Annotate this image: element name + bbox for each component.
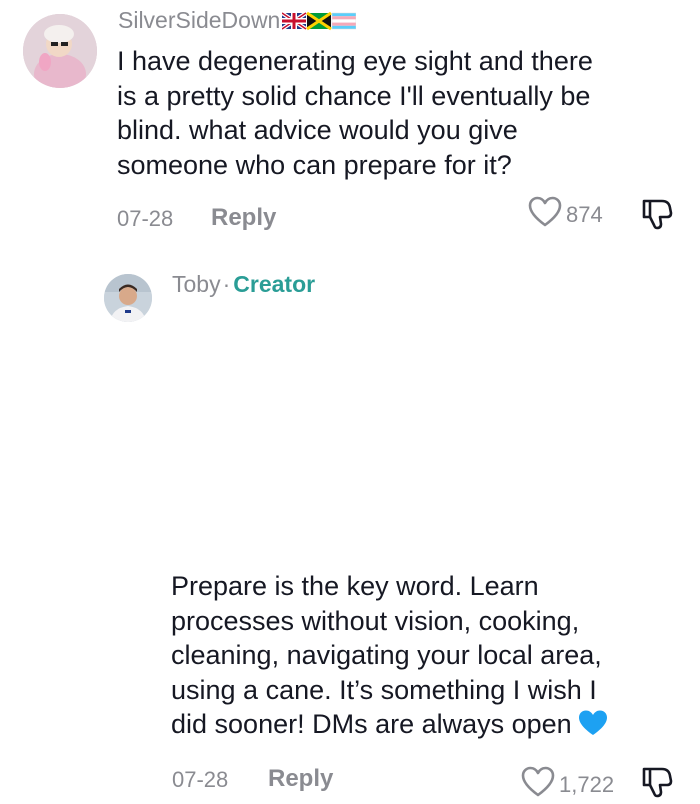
username-text: Toby — [172, 271, 221, 297]
dislike-button[interactable] — [640, 765, 674, 804]
comment-text-body: Prepare is the key word. Learn processes… — [171, 571, 602, 739]
comment-text: Prepare is the key word. Learn processes… — [171, 569, 691, 746]
comment-text: I have degenerating eye sight and there … — [117, 46, 593, 180]
comment-username[interactable]: Toby· Creator — [172, 270, 315, 298]
like-button[interactable]: 874 — [528, 196, 603, 233]
comment-date: 07-28 — [172, 767, 229, 792]
creator-badge: Creator — [233, 271, 316, 297]
like-count: 874 — [566, 201, 603, 227]
avatar[interactable] — [104, 274, 152, 322]
jamaica-flag-icon — [306, 11, 333, 31]
dislike-button[interactable] — [640, 197, 674, 236]
comment-username[interactable]: SilverSideDown — [118, 6, 357, 37]
reply-button[interactable]: Reply — [268, 765, 333, 793]
comment-date: 07-28 — [117, 206, 174, 231]
uk-flag-icon — [281, 11, 308, 31]
reply-comment-item: Toby· Creator Prepare is the key word. Le… — [0, 262, 700, 798]
heart-outline-icon — [528, 196, 562, 233]
flag-emojis — [281, 9, 357, 37]
blue-heart-icon — [578, 709, 608, 746]
avatar[interactable] — [23, 14, 97, 88]
comment-item: SilverSideDown I have degenerating eye s… — [0, 0, 700, 250]
thumbs-down-icon — [640, 199, 674, 235]
reply-button[interactable]: Reply — [211, 204, 276, 232]
thumbs-down-icon — [640, 767, 674, 803]
username-text: SilverSideDown — [118, 7, 281, 33]
trans-flag-icon — [332, 12, 357, 30]
heart-outline-icon — [521, 766, 555, 803]
like-button[interactable]: 1,722 — [521, 766, 614, 803]
like-count: 1,722 — [559, 771, 615, 797]
separator-dot: · — [222, 271, 231, 297]
